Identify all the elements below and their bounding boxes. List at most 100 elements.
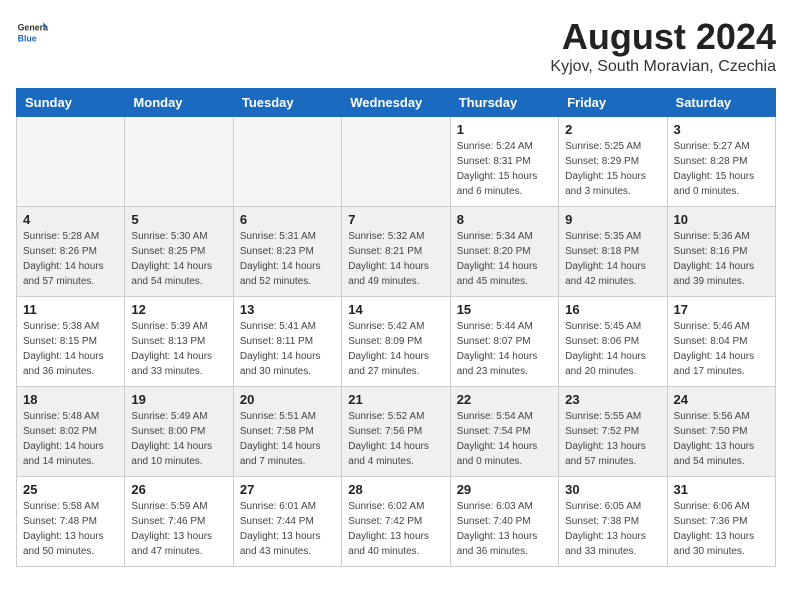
day-detail: Sunrise: 5:34 AM Sunset: 8:20 PM Dayligh… [457,229,552,289]
calendar-cell: 11Sunrise: 5:38 AM Sunset: 8:15 PM Dayli… [17,297,125,387]
day-number: 3 [674,122,769,137]
calendar-cell: 30 Sunrise: 6:05 AM Sunset: 7:38 PM Dayli… [559,477,667,567]
calendar-cell: 25 Sunrise: 5:58 AM Sunset: 7:48 PM Dayli… [17,477,125,567]
month-year-title: August 2024 [550,16,776,58]
day-number: 9 [565,212,660,227]
day-header-friday: Friday [559,89,667,117]
calendar-cell: 5 Sunrise: 5:30 AM Sunset: 8:25 PM Daylig… [125,207,233,297]
day-detail: Sunrise: 5:25 AM Sunset: 8:29 PM Dayligh… [565,139,660,199]
day-number: 2 [565,122,660,137]
day-number: 4 [23,212,118,227]
calendar-cell: 14 Sunrise: 5:42 AM Sunset: 8:09 PM Dayli… [342,297,450,387]
day-detail: Sunrise: 5:41 AM Sunset: 8:11 PM Dayligh… [240,319,335,379]
day-detail: Sunrise: 6:05 AM Sunset: 7:38 PM Dayligh… [565,499,660,559]
day-detail: Sunrise: 5:32 AM Sunset: 8:21 PM Dayligh… [348,229,443,289]
day-detail: Sunrise: 5:42 AM Sunset: 8:09 PM Dayligh… [348,319,443,379]
day-number: 20 [240,392,335,407]
calendar-week-row: 1Sunrise: 5:24 AM Sunset: 8:31 PM Daylig… [17,117,776,207]
calendar-cell: 27 Sunrise: 6:01 AM Sunset: 7:44 PM Dayli… [233,477,341,567]
day-detail: Sunrise: 5:59 AM Sunset: 7:46 PM Dayligh… [131,499,226,559]
day-number: 28 [348,482,443,497]
calendar-cell: 18 Sunrise: 5:48 AM Sunset: 8:02 PM Dayli… [17,387,125,477]
day-header-saturday: Saturday [667,89,775,117]
day-number: 24 [674,392,769,407]
calendar-cell: 29Sunrise: 6:03 AM Sunset: 7:40 PM Dayli… [450,477,558,567]
day-detail: Sunrise: 6:02 AM Sunset: 7:42 PM Dayligh… [348,499,443,559]
day-number: 18 [23,392,118,407]
day-detail: Sunrise: 5:45 AM Sunset: 8:06 PM Dayligh… [565,319,660,379]
calendar-cell: 7 Sunrise: 5:32 AM Sunset: 8:21 PM Daylig… [342,207,450,297]
calendar-cell: 3 Sunrise: 5:27 AM Sunset: 8:28 PM Daylig… [667,117,775,207]
calendar-cell: 8 Sunrise: 5:34 AM Sunset: 8:20 PM Daylig… [450,207,558,297]
calendar-cell: 17 Sunrise: 5:46 AM Sunset: 8:04 PM Dayli… [667,297,775,387]
day-detail: Sunrise: 5:55 AM Sunset: 7:52 PM Dayligh… [565,409,660,469]
day-header-tuesday: Tuesday [233,89,341,117]
day-detail: Sunrise: 5:58 AM Sunset: 7:48 PM Dayligh… [23,499,118,559]
calendar-week-row: 4Sunrise: 5:28 AM Sunset: 8:26 PM Daylig… [17,207,776,297]
calendar-cell: 6Sunrise: 5:31 AM Sunset: 8:23 PM Daylig… [233,207,341,297]
day-detail: Sunrise: 5:48 AM Sunset: 8:02 PM Dayligh… [23,409,118,469]
day-number: 19 [131,392,226,407]
day-detail: Sunrise: 5:46 AM Sunset: 8:04 PM Dayligh… [674,319,769,379]
calendar-cell: 10 Sunrise: 5:36 AM Sunset: 8:16 PM Dayli… [667,207,775,297]
day-number: 15 [457,302,552,317]
day-number: 7 [348,212,443,227]
calendar-cell: 19 Sunrise: 5:49 AM Sunset: 8:00 PM Dayli… [125,387,233,477]
calendar-week-row: 11Sunrise: 5:38 AM Sunset: 8:15 PM Dayli… [17,297,776,387]
day-number: 31 [674,482,769,497]
calendar-cell: 9Sunrise: 5:35 AM Sunset: 8:18 PM Daylig… [559,207,667,297]
day-number: 21 [348,392,443,407]
day-detail: Sunrise: 6:03 AM Sunset: 7:40 PM Dayligh… [457,499,552,559]
logo: General Blue [16,16,48,48]
day-detail: Sunrise: 6:06 AM Sunset: 7:36 PM Dayligh… [674,499,769,559]
calendar-cell: 26 Sunrise: 5:59 AM Sunset: 7:46 PM Dayli… [125,477,233,567]
day-header-wednesday: Wednesday [342,89,450,117]
calendar-cell [125,117,233,207]
day-detail: Sunrise: 5:38 AM Sunset: 8:15 PM Dayligh… [23,319,118,379]
logo-icon: General Blue [16,16,48,48]
calendar-table: SundayMondayTuesdayWednesdayThursdayFrid… [16,88,776,567]
page-header: General Blue August 2024 Kyjov, South Mo… [16,16,776,76]
day-number: 10 [674,212,769,227]
day-number: 13 [240,302,335,317]
location-subtitle: Kyjov, South Moravian, Czechia [550,58,776,76]
calendar-cell: 4Sunrise: 5:28 AM Sunset: 8:26 PM Daylig… [17,207,125,297]
calendar-cell [17,117,125,207]
day-detail: Sunrise: 5:52 AM Sunset: 7:56 PM Dayligh… [348,409,443,469]
day-number: 27 [240,482,335,497]
day-detail: Sunrise: 5:49 AM Sunset: 8:00 PM Dayligh… [131,409,226,469]
calendar-cell: 16Sunrise: 5:45 AM Sunset: 8:06 PM Dayli… [559,297,667,387]
day-detail: Sunrise: 5:36 AM Sunset: 8:16 PM Dayligh… [674,229,769,289]
calendar-cell: 21 Sunrise: 5:52 AM Sunset: 7:56 PM Dayli… [342,387,450,477]
calendar-cell [342,117,450,207]
day-detail: Sunrise: 5:51 AM Sunset: 7:58 PM Dayligh… [240,409,335,469]
day-number: 14 [348,302,443,317]
day-detail: Sunrise: 5:54 AM Sunset: 7:54 PM Dayligh… [457,409,552,469]
day-number: 22 [457,392,552,407]
day-number: 5 [131,212,226,227]
day-number: 26 [131,482,226,497]
calendar-cell: 1Sunrise: 5:24 AM Sunset: 8:31 PM Daylig… [450,117,558,207]
day-detail: Sunrise: 5:44 AM Sunset: 8:07 PM Dayligh… [457,319,552,379]
svg-text:Blue: Blue [18,34,37,44]
day-number: 30 [565,482,660,497]
day-detail: Sunrise: 5:27 AM Sunset: 8:28 PM Dayligh… [674,139,769,199]
day-detail: Sunrise: 5:39 AM Sunset: 8:13 PM Dayligh… [131,319,226,379]
calendar-header-row: SundayMondayTuesdayWednesdayThursdayFrid… [17,89,776,117]
day-detail: Sunrise: 5:56 AM Sunset: 7:50 PM Dayligh… [674,409,769,469]
calendar-cell: 31 Sunrise: 6:06 AM Sunset: 7:36 PM Dayli… [667,477,775,567]
day-number: 8 [457,212,552,227]
day-number: 17 [674,302,769,317]
calendar-cell: 15 Sunrise: 5:44 AM Sunset: 8:07 PM Dayli… [450,297,558,387]
calendar-cell: 28 Sunrise: 6:02 AM Sunset: 7:42 PM Dayli… [342,477,450,567]
day-detail: Sunrise: 5:30 AM Sunset: 8:25 PM Dayligh… [131,229,226,289]
day-detail: Sunrise: 5:31 AM Sunset: 8:23 PM Dayligh… [240,229,335,289]
day-number: 12 [131,302,226,317]
day-detail: Sunrise: 6:01 AM Sunset: 7:44 PM Dayligh… [240,499,335,559]
calendar-week-row: 18 Sunrise: 5:48 AM Sunset: 8:02 PM Dayli… [17,387,776,477]
day-number: 25 [23,482,118,497]
calendar-cell: 12 Sunrise: 5:39 AM Sunset: 8:13 PM Dayli… [125,297,233,387]
day-header-sunday: Sunday [17,89,125,117]
calendar-cell: 24 Sunrise: 5:56 AM Sunset: 7:50 PM Dayli… [667,387,775,477]
day-number: 1 [457,122,552,137]
